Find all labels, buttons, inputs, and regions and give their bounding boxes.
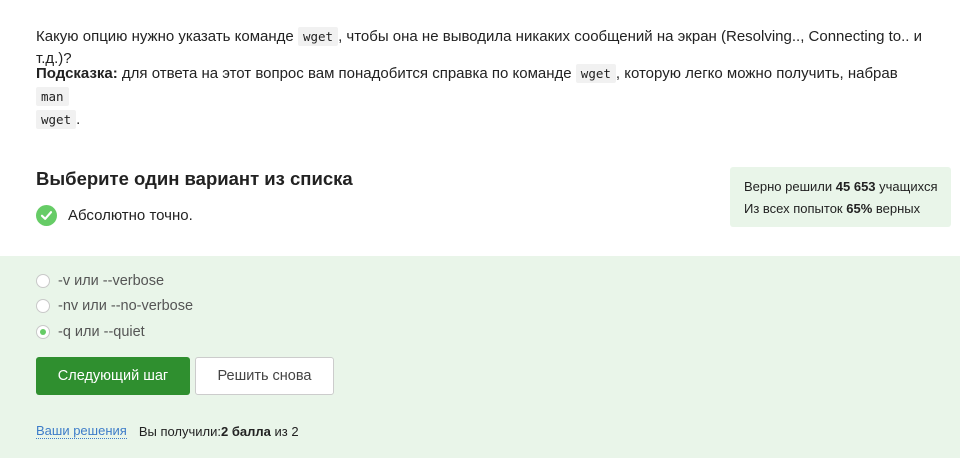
stats-percent-value: 65% bbox=[846, 201, 873, 216]
option-no-verbose[interactable]: -nv или --no-verbose bbox=[36, 298, 193, 314]
result-text: Абсолютно точно. bbox=[68, 207, 193, 224]
stats-text: верных bbox=[872, 201, 921, 216]
checkmark-icon bbox=[36, 205, 57, 226]
stats-text: учащихся bbox=[875, 179, 938, 194]
radio-button-checked[interactable] bbox=[36, 325, 50, 339]
hint-text-part: . bbox=[76, 111, 81, 128]
my-solutions-link[interactable]: Ваши решения bbox=[36, 423, 127, 439]
hint-code-man: man bbox=[36, 87, 69, 106]
result-row: Абсолютно точно. bbox=[36, 205, 193, 226]
stats-text: Верно решили bbox=[744, 179, 836, 194]
hint-text-part: для ответа на этот вопрос вам понадобитс… bbox=[117, 65, 576, 82]
stats-text: Из всех попыток bbox=[744, 201, 847, 216]
radio-button[interactable] bbox=[36, 274, 50, 288]
hint-label: Подсказка: bbox=[36, 65, 118, 82]
option-label: -q или --quiet bbox=[58, 324, 145, 340]
next-step-button[interactable]: Следующий шаг bbox=[36, 357, 190, 395]
hint-text: Подсказка: для ответа на этот вопрос вам… bbox=[36, 62, 916, 131]
retry-button[interactable]: Решить снова bbox=[195, 357, 334, 395]
stats-percent: Из всех попыток 65% верных bbox=[744, 198, 951, 220]
choose-title: Выберите один вариант из списка bbox=[36, 168, 353, 189]
stats-solved-count: 45 653 bbox=[835, 179, 876, 194]
score-text: Вы получили: bbox=[138, 423, 222, 439]
question-text-part: Какую опцию нужно указать команде bbox=[36, 28, 298, 45]
question-code: wget bbox=[297, 27, 339, 46]
footer: Ваши решения Вы получили: 2 балла из 2 bbox=[36, 423, 299, 439]
option-verbose[interactable]: -v или --verbose bbox=[36, 273, 164, 289]
score-text: из 2 bbox=[270, 423, 299, 439]
stats-box: Верно решили 45 653 учащихся Из всех поп… bbox=[730, 167, 951, 227]
option-quiet[interactable]: -q или --quiet bbox=[36, 324, 145, 340]
score-value: 2 балла bbox=[221, 423, 271, 439]
option-label: -nv или --no-verbose bbox=[58, 298, 194, 314]
hint-code-man-arg: wget bbox=[36, 110, 77, 129]
stats-solved: Верно решили 45 653 учащихся bbox=[744, 176, 951, 198]
radio-button[interactable] bbox=[36, 299, 50, 313]
option-label: -v или --verbose bbox=[58, 273, 165, 289]
hint-text-part: , которую легко можно получить, набрав bbox=[615, 65, 898, 82]
hint-code-wget: wget bbox=[575, 64, 616, 83]
